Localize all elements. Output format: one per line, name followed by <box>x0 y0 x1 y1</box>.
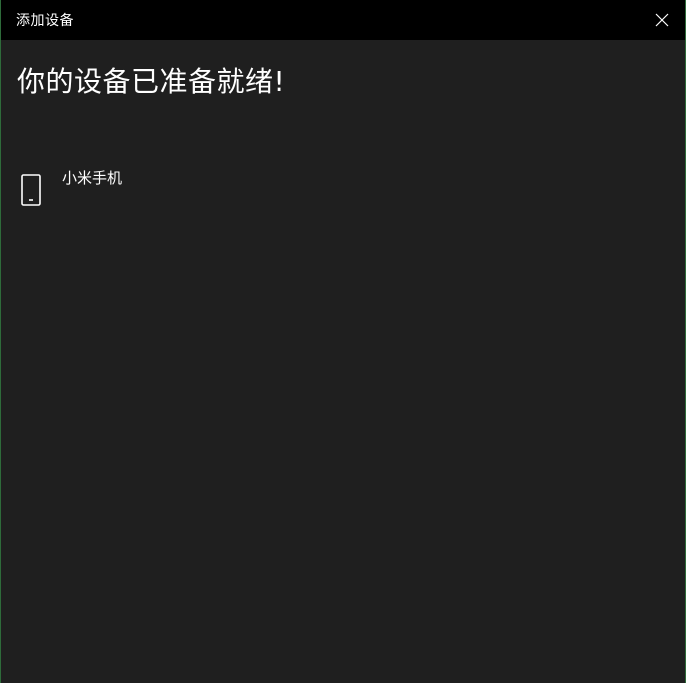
close-icon <box>655 13 669 27</box>
device-name: 小米手机 <box>62 169 123 187</box>
page-heading: 你的设备已准备就绪! <box>17 65 286 98</box>
device-list-item: 小米手机 <box>21 168 669 206</box>
add-device-window: 添加设备 你的设备已准备就绪! 小米手机 <box>0 0 686 683</box>
window-title: 添加设备 <box>16 13 74 29</box>
main-content: 你的设备已准备就绪! 小米手机 <box>1 40 685 206</box>
phone-icon <box>21 174 41 206</box>
close-button[interactable] <box>639 0 685 40</box>
title-bar: 添加设备 <box>1 0 685 40</box>
